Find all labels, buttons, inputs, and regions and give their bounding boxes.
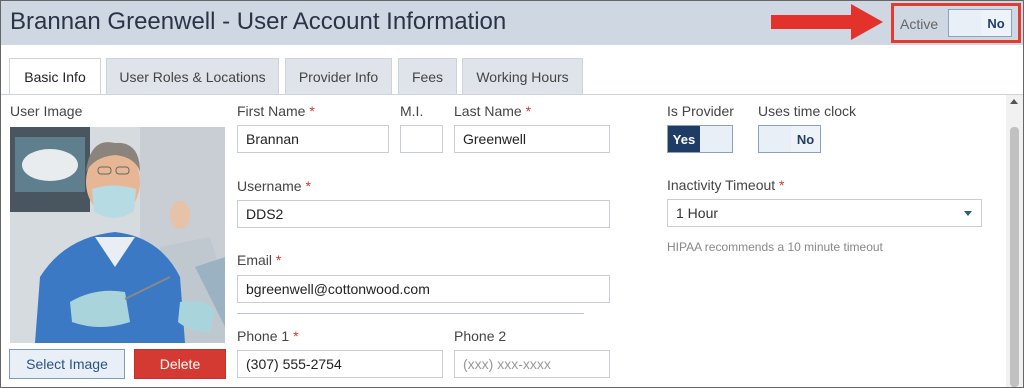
active-toggle-knob bbox=[949, 10, 981, 36]
last-name-label-text: Last Name bbox=[454, 103, 522, 119]
tab-fees[interactable]: Fees bbox=[398, 58, 457, 95]
required-mark: * bbox=[525, 103, 532, 119]
is-provider-label: Is Provider bbox=[667, 103, 734, 119]
username-label-text: Username bbox=[237, 178, 302, 194]
user-photo bbox=[10, 127, 225, 343]
last-name-input[interactable]: Greenwell bbox=[454, 125, 610, 153]
mi-input[interactable] bbox=[400, 125, 443, 153]
is-provider-toggle-knob bbox=[700, 126, 732, 152]
phone2-placeholder: (xxx) xxx-xxxx bbox=[463, 356, 551, 372]
select-image-button[interactable]: Select Image bbox=[9, 349, 125, 379]
tab-basic-info[interactable]: Basic Info bbox=[9, 58, 101, 95]
required-mark: * bbox=[309, 103, 315, 119]
required-mark: * bbox=[275, 252, 282, 268]
phone2-input[interactable]: (xxx) xxx-xxxx bbox=[454, 350, 610, 378]
inactivity-timeout-value: 1 Hour bbox=[676, 205, 719, 221]
email-input[interactable]: bgreenwell@cottonwood.com bbox=[237, 275, 610, 303]
is-provider-toggle[interactable]: Yes bbox=[667, 125, 733, 153]
active-toggle-value: No bbox=[981, 10, 1011, 36]
uses-time-clock-toggle-knob bbox=[759, 126, 791, 152]
tab-provider-info[interactable]: Provider Info bbox=[285, 58, 392, 95]
inactivity-timeout-label: Inactivity Timeout * bbox=[667, 177, 785, 193]
required-mark: * bbox=[779, 177, 785, 193]
phone2-label: Phone 2 bbox=[454, 328, 507, 344]
email-label-text: Email bbox=[237, 252, 273, 268]
page-title: Brannan Greenwell - User Account Informa… bbox=[10, 8, 507, 35]
scroll-up-arrow-icon[interactable] bbox=[1010, 99, 1018, 104]
required-mark: * bbox=[305, 178, 311, 194]
last-name-label: Last Name * bbox=[454, 103, 531, 119]
tab-working-hours[interactable]: Working Hours bbox=[462, 58, 583, 95]
app-frame: Brannan Greenwell - User Account Informa… bbox=[0, 0, 1024, 388]
tab-bar: Basic Info User Roles & Locations Provid… bbox=[1, 45, 1023, 95]
phone1-input[interactable]: (307) 555-2754 bbox=[237, 350, 443, 378]
chevron-down-icon bbox=[964, 211, 972, 216]
section-divider bbox=[237, 313, 584, 314]
active-label: Active bbox=[900, 16, 939, 32]
vertical-scrollbar[interactable] bbox=[1006, 95, 1023, 387]
callout-arrow-icon bbox=[771, 4, 883, 40]
mi-label: M.I. bbox=[400, 103, 424, 119]
tab-divider bbox=[1, 94, 1023, 95]
first-name-input[interactable]: Brannan bbox=[237, 125, 389, 153]
uses-time-clock-label: Uses time clock bbox=[758, 103, 857, 119]
first-name-label: First Name * bbox=[237, 103, 315, 119]
email-label: Email * bbox=[237, 252, 281, 268]
phone1-label: Phone 1 * bbox=[237, 328, 299, 344]
username-input[interactable]: DDS2 bbox=[237, 200, 610, 228]
is-provider-toggle-value: Yes bbox=[668, 126, 700, 152]
active-toggle[interactable]: No bbox=[948, 9, 1012, 37]
required-mark: * bbox=[293, 328, 299, 344]
uses-time-clock-toggle[interactable]: No bbox=[758, 125, 821, 153]
hipaa-hint: HIPAA recommends a 10 minute timeout bbox=[667, 240, 883, 254]
phone1-label-text: Phone 1 bbox=[237, 328, 290, 344]
inactivity-timeout-select[interactable]: 1 Hour bbox=[667, 199, 982, 227]
first-name-label-text: First Name bbox=[237, 103, 306, 119]
user-image-label: User Image bbox=[10, 103, 83, 119]
uses-time-clock-toggle-value: No bbox=[791, 126, 820, 152]
scrollbar-thumb[interactable] bbox=[1010, 127, 1019, 387]
delete-image-button[interactable]: Delete bbox=[134, 349, 226, 379]
username-label: Username * bbox=[237, 178, 311, 194]
tab-user-roles-locations[interactable]: User Roles & Locations bbox=[106, 58, 279, 95]
inactivity-timeout-label-text: Inactivity Timeout bbox=[667, 177, 776, 193]
